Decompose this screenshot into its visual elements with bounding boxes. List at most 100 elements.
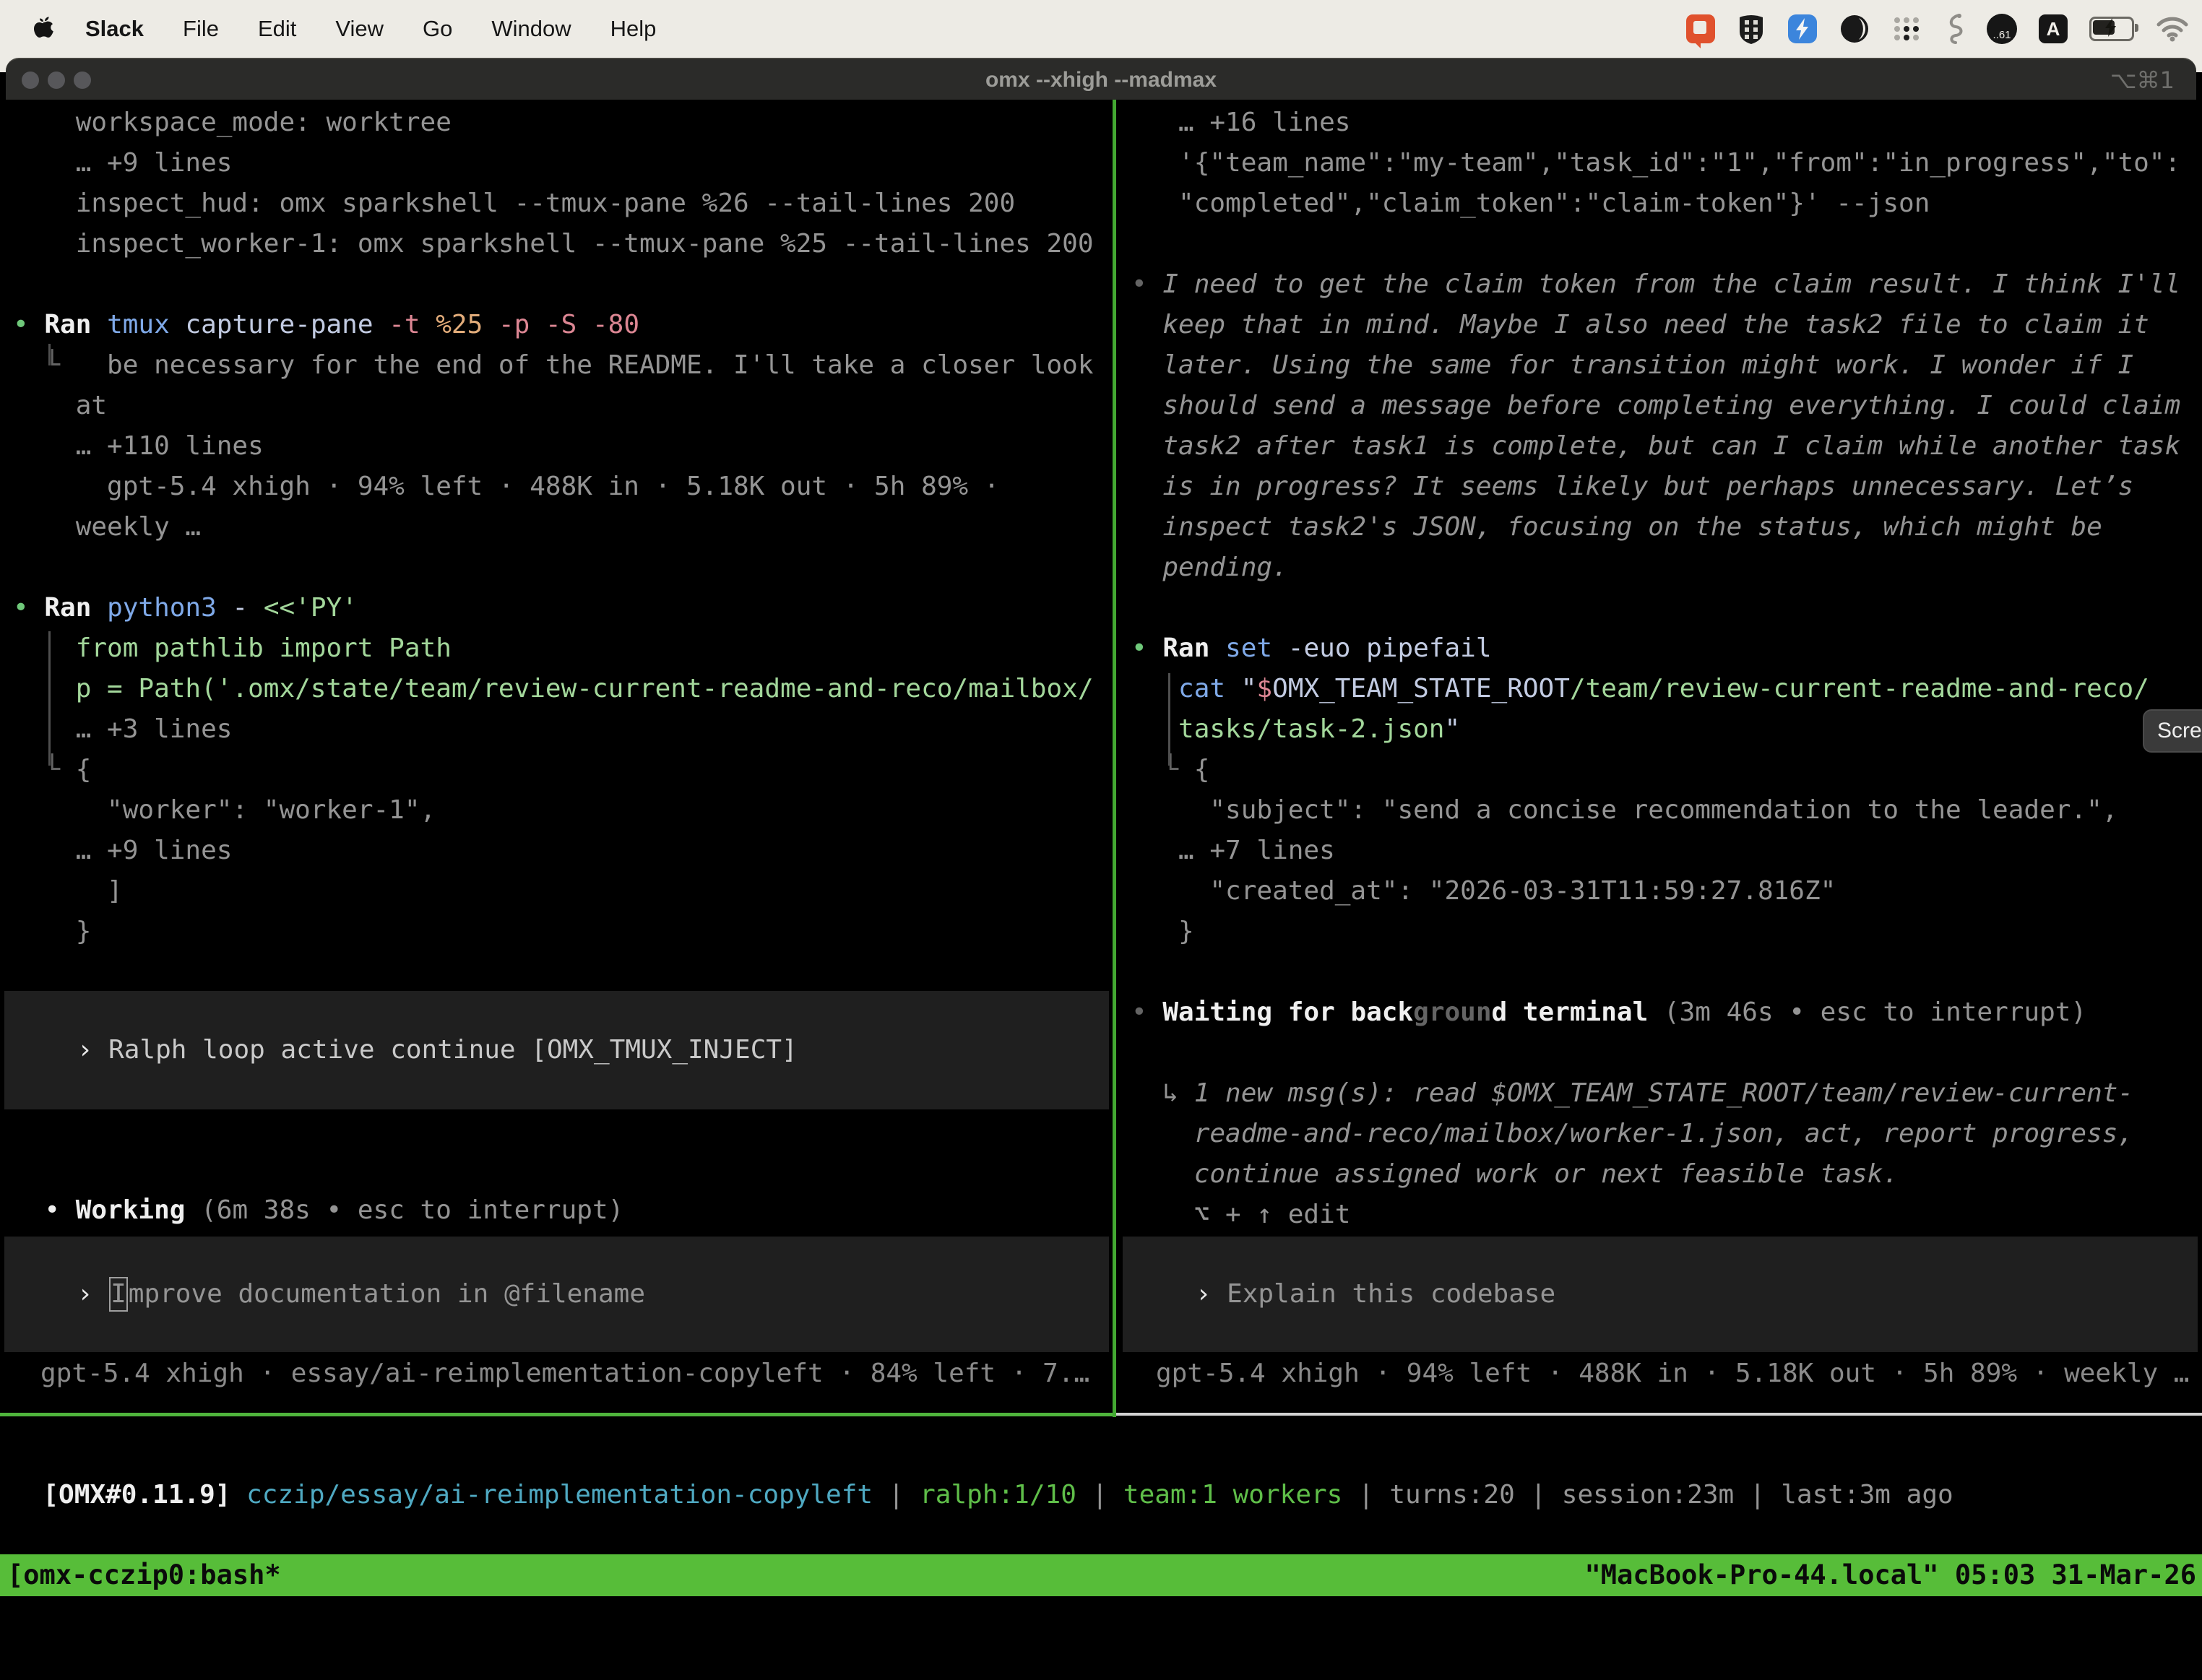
terminal-line: ] <box>13 871 1113 912</box>
omx-session-time: session:23m <box>1562 1480 1734 1510</box>
working-bullet: • <box>44 1195 75 1225</box>
tmux-status-bar: [omx-cczip0:bash* "MacBook-Pro-44.local"… <box>0 1554 2202 1596</box>
screen: { "menu_bar": { "app": "Slack", "items":… <box>0 0 2202 1612</box>
terminal-line <box>13 547 1113 588</box>
battery-icon[interactable] <box>2089 17 2134 41</box>
timer-badge-label: ..61 <box>1992 29 2011 41</box>
terminal-line <box>1131 224 2202 264</box>
terminal-line: should send a message before completing … <box>1131 386 2202 426</box>
terminal-line: ↳ 1 new msg(s): read $OMX_TEAM_STATE_ROO… <box>1131 1073 2202 1114</box>
terminal-line: inspect_hud: omx sparkshell --tmux-pane … <box>13 183 1113 224</box>
terminal-line: continue assigned work or next feasible … <box>1131 1154 2202 1195</box>
right-input-placeholder: Explain this codebase <box>1211 1279 1555 1309</box>
terminal-line: └ { <box>13 750 1113 790</box>
terminal-line: ⌥ + ↑ edit <box>1131 1195 2202 1235</box>
terminal-line: readme-and-reco/mailbox/worker-1.json, a… <box>1131 1114 2202 1154</box>
menu-item-edit[interactable]: Edit <box>258 16 296 42</box>
window-title: omx --xhigh --madmax <box>6 59 2196 101</box>
right-pane: … +16 lines '{"team_name":"my-team","tas… <box>1118 100 2202 1414</box>
terminal-line: • Ran tmux capture-pane -t %25 -p -S -80 <box>13 305 1113 345</box>
terminal-line: … +110 lines <box>13 426 1113 467</box>
ralph-status-text: Ralph loop active continue [OMX_TMUX_INJ… <box>108 1035 798 1065</box>
terminal-line: • I need to get the claim token from the… <box>1131 264 2202 305</box>
terminal-line: • Ran set -euo pipefail <box>1131 628 2202 669</box>
terminal-line: inspect_worker-1: omx sparkshell --tmux-… <box>13 224 1113 264</box>
screen-tooltip: Scre <box>2143 709 2202 753</box>
terminal-line: • Waiting for background terminal (3m 46… <box>1131 992 2202 1033</box>
grid-shield-icon[interactable] <box>1737 13 1766 45</box>
terminal-line: … +3 lines <box>13 709 1113 750</box>
tree-guide-line <box>1168 673 1170 766</box>
terminal-line: cat "$OMX_TEAM_STATE_ROOT/team/review-cu… <box>1131 669 2202 709</box>
wifi-icon[interactable] <box>2156 16 2189 42</box>
terminal-line <box>13 264 1113 305</box>
bolt-app-icon[interactable] <box>1787 14 1818 44</box>
menu-item-go[interactable]: Go <box>423 16 452 42</box>
terminal-line: weekly … <box>13 507 1113 547</box>
terminal-line: is in progress? It seems likely but perh… <box>1131 467 2202 507</box>
crescent-app-icon[interactable] <box>1839 14 1870 44</box>
menu-item-file[interactable]: File <box>183 16 219 42</box>
right-pane-border <box>1116 1413 2202 1416</box>
terminal-line <box>1131 588 2202 628</box>
terminal-line: p = Path('.omx/state/team/review-current… <box>13 669 1113 709</box>
window-title-bar: omx --xhigh --madmax ⌥⌘1 <box>6 58 2196 100</box>
window-shortcut-hint: ⌥⌘1 <box>2110 59 2175 101</box>
terminal-line: from pathlib import Path <box>13 628 1113 669</box>
omx-team-workers: team:1 workers <box>1123 1480 1342 1510</box>
terminal-line: "subject": "send a concise recommendatio… <box>1131 790 2202 831</box>
terminal-line: … +7 lines <box>1131 831 2202 871</box>
terminal-line: … +9 lines <box>13 143 1113 183</box>
menu-item-help[interactable]: Help <box>610 16 657 42</box>
terminal-line: gpt-5.4 xhigh · 94% left · 488K in · 5.1… <box>13 467 1113 507</box>
left-prompt-input[interactable]: › Improve documentation in @filename <box>4 1237 1109 1352</box>
terminal-line: inspect task2's JSON, focusing on the st… <box>1131 507 2202 547</box>
menu-item-window[interactable]: Window <box>491 16 571 42</box>
left-input-chevron: › <box>77 1279 93 1309</box>
hook-icon[interactable] <box>1943 13 1965 45</box>
terminal-line: later. Using the same for transition mig… <box>1131 345 2202 386</box>
right-input-chevron: › <box>1196 1279 1212 1309</box>
chat-app-icon[interactable] <box>1686 14 1715 43</box>
working-detail: (6m 38s • esc to interrupt) <box>185 1195 623 1225</box>
menu-item-slack[interactable]: Slack <box>85 16 144 42</box>
terminal-line: "created_at": "2026-03-31T11:59:27.816Z" <box>1131 871 2202 912</box>
terminal-line: at <box>13 386 1113 426</box>
tree-guide-line <box>48 631 51 766</box>
menu-item-view[interactable]: View <box>335 16 384 42</box>
terminal-line: } <box>1131 912 2202 952</box>
terminal-line: • Ran python3 - <<'PY' <box>13 588 1113 628</box>
right-prompt-input[interactable]: › Explain this codebase <box>1123 1237 2198 1352</box>
omx-turns: turns:20 <box>1389 1480 1514 1510</box>
right-session-status: gpt-5.4 xhigh · 94% left · 488K in · 5.1… <box>1156 1354 2189 1394</box>
terminal-line: tasks/task-2.json" <box>1131 709 2202 750</box>
tree-guide-line <box>48 344 51 365</box>
dots-grid-icon[interactable] <box>1891 14 1922 44</box>
apple-logo[interactable] <box>32 15 55 43</box>
terminal-line: └ { <box>1131 750 2202 790</box>
terminal-line <box>1131 952 2202 992</box>
omx-last-activity: last:3m ago <box>1781 1480 1953 1510</box>
omx-status-bar: [OMX#0.11.9] cczip/essay/ai-reimplementa… <box>12 1434 1953 1475</box>
terminal-line: keep that in mind. Maybe I also need the… <box>1131 305 2202 345</box>
ralph-status-box: › Ralph loop active continue [OMX_TMUX_I… <box>4 991 1109 1109</box>
terminal-line: pending. <box>1131 547 2202 588</box>
left-input-placeholder: mprove documentation in @filename <box>129 1279 645 1309</box>
omx-ralph-counter: ralph:1/10 <box>920 1480 1076 1510</box>
ralph-prompt-chevron: › <box>77 1035 93 1065</box>
terminal-line <box>1131 1033 2202 1073</box>
terminal-line: … +16 lines <box>1131 103 2202 143</box>
terminal-line: "worker": "worker-1", <box>13 790 1113 831</box>
left-session-status: gpt-5.4 xhigh · essay/ai-reimplementatio… <box>40 1354 1089 1394</box>
terminal-line: … +9 lines <box>13 831 1113 871</box>
pane-divider[interactable] <box>1113 100 1116 1417</box>
timer-badge-icon[interactable]: ..61 <box>1987 14 2017 44</box>
omx-version: [OMX#0.11.9] <box>43 1480 230 1510</box>
working-label: Working <box>76 1195 186 1225</box>
keyboard-layout-icon[interactable]: A <box>2039 14 2068 43</box>
tmux-session-name[interactable]: [omx-cczip0:bash* <box>7 1554 281 1596</box>
terminal-line: workspace_mode: worktree <box>13 103 1113 143</box>
text-cursor: I <box>109 1277 128 1312</box>
terminal-line: task2 after task1 is complete, but can I… <box>1131 426 2202 467</box>
tmux-host-clock: "MacBook-Pro-44.local" 05:03 31-Mar-26 <box>1585 1554 2196 1596</box>
